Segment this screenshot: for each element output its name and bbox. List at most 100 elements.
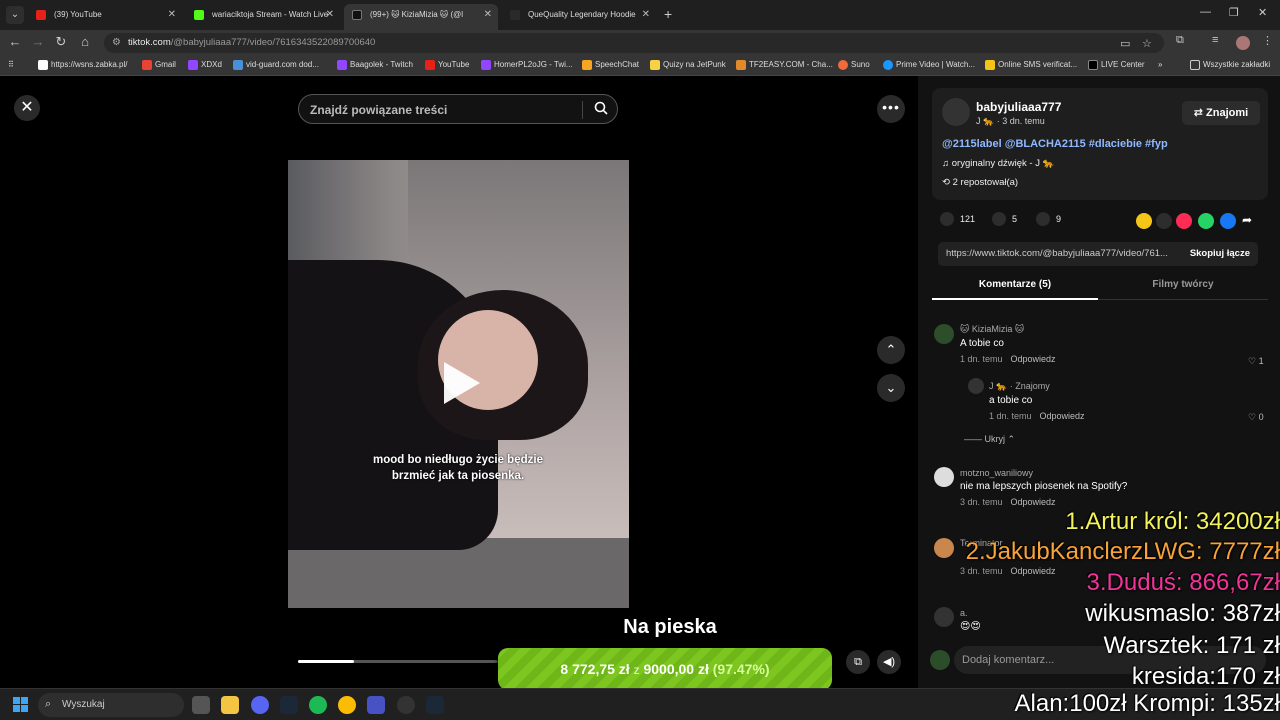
previous-video-button[interactable]: ⌃ [877, 336, 905, 364]
bookmark-jetpunk[interactable]: Quizy na JetPunk [650, 60, 726, 70]
reply-button[interactable]: Odpowiedz [1011, 566, 1056, 576]
search-icon[interactable] [594, 101, 608, 115]
avatar[interactable] [942, 98, 970, 126]
forward-icon[interactable]: → [29, 34, 47, 49]
next-video-button[interactable]: ⌄ [877, 374, 905, 402]
maximize-icon[interactable]: ❐ [1229, 6, 1239, 19]
avatar[interactable] [968, 378, 984, 394]
file-explorer-icon[interactable] [221, 696, 239, 714]
bookmark-youtube[interactable]: YouTube [425, 60, 469, 70]
pip-icon[interactable]: ⧉ [846, 650, 870, 674]
chrome-icon[interactable] [338, 696, 356, 714]
play-icon[interactable] [444, 362, 480, 404]
send-icon[interactable] [1176, 213, 1192, 229]
facebook-icon[interactable] [1220, 213, 1236, 229]
apps-grid-icon[interactable]: ⠿ [8, 60, 14, 69]
avatar[interactable] [930, 650, 950, 670]
reload-icon[interactable]: ↻ [52, 34, 70, 50]
video-tags[interactable]: @2115label @BLACHA2115 #dlaciebie #fyp [942, 138, 1168, 150]
hide-replies-button[interactable]: —— Ukryj ⌃ [964, 434, 1015, 445]
sound-link[interactable]: ♫ oryginalny dźwięk - J 🐆 [942, 158, 1054, 169]
task-view-icon[interactable] [192, 696, 210, 714]
bookmark-speechchat[interactable]: SpeechChat [582, 60, 639, 70]
comment-author[interactable]: a. [960, 608, 981, 618]
search-input[interactable]: Znajdź powiązane treści [310, 103, 447, 117]
comment-author[interactable]: J 🐆 · Znajomy [989, 381, 1085, 392]
reply-button[interactable]: Odpowiedz [1011, 497, 1056, 507]
home-icon[interactable]: ⌂ [76, 34, 94, 49]
tab-close-icon[interactable]: ✕ [168, 4, 176, 26]
close-window-icon[interactable]: ✕ [1258, 6, 1267, 19]
tab-list-button[interactable]: ⌄ [6, 6, 24, 24]
profile-avatar[interactable] [1236, 36, 1250, 50]
taskbar-search[interactable]: ⌕ Wyszukaj [38, 693, 184, 717]
whatsapp-icon[interactable] [1198, 213, 1214, 229]
comment-author[interactable]: motzno_waniliowy [960, 468, 1127, 478]
close-video-button[interactable]: ✕ [14, 95, 40, 121]
bookmark-gmail[interactable]: Gmail [142, 60, 176, 70]
back-icon[interactable]: ← [6, 34, 24, 49]
spotify-icon[interactable] [309, 696, 327, 714]
coin-icon[interactable] [1136, 213, 1152, 229]
bookmark-homer[interactable]: HomerPL2oJG - Twi... [481, 60, 573, 70]
avatar[interactable] [934, 324, 954, 344]
tab-creator-videos[interactable]: Filmy twórcy [1098, 279, 1268, 290]
more-options-button[interactable]: ••• [877, 95, 905, 123]
share-arrow-icon[interactable]: ➦ [1242, 213, 1258, 229]
windows-start-icon[interactable] [13, 697, 29, 713]
reposts-info[interactable]: ⟲ 2 repostował(a) [942, 177, 1018, 188]
all-bookmarks[interactable]: Wszystkie zakładki [1190, 60, 1270, 70]
bookmark-suno[interactable]: Suno [838, 60, 870, 70]
reply-button[interactable]: Odpowiedz [1040, 411, 1085, 421]
bookmark-tf2easy[interactable]: TF2EASY.COM - Cha... [736, 60, 833, 70]
tab-close-icon[interactable]: ✕ [326, 4, 334, 26]
tab-comments[interactable]: Komentarze (5) [932, 279, 1098, 300]
author-name[interactable]: babyjuliaaa777 [976, 100, 1061, 114]
bookmark-baagolek[interactable]: Baagolek - Twitch [337, 60, 413, 70]
avatar[interactable] [934, 607, 954, 627]
tab-kick[interactable]: wariaciktoja Stream - Watch Live ✕ [186, 4, 340, 26]
tab-youtube[interactable]: (39) YouTube ✕ [28, 4, 182, 26]
bookmark-xdxd[interactable]: XDXd [188, 60, 222, 70]
bookmark-vidguard[interactable]: vid-guard.com dod... [233, 60, 319, 70]
steam-icon[interactable] [280, 696, 298, 714]
video-link-url[interactable]: https://www.tiktok.com/@babyjuliaaa777/v… [946, 248, 1168, 259]
tab-close-icon[interactable]: ✕ [642, 4, 650, 26]
bookmark-star-icon[interactable]: ☆ [1142, 37, 1152, 50]
more-bookmarks-icon[interactable]: » [1158, 60, 1162, 69]
url-field[interactable]: ⚙ tiktok.com/@babyjuliaaa777/video/76163… [104, 33, 1164, 53]
discord-icon[interactable] [251, 696, 269, 714]
comment-like[interactable]: ♡ 0 [1248, 412, 1264, 423]
bookmark-zabka[interactable]: https://wsns.zabka.pl/ [38, 60, 127, 70]
related-search[interactable]: Znajdź powiązane treści [298, 94, 618, 124]
bookmark-primevideo[interactable]: Prime Video | Watch... [883, 60, 975, 70]
taskbar-search-input[interactable]: Wyszukaj [62, 699, 105, 710]
new-tab-button[interactable]: + [664, 6, 672, 22]
site-info-icon[interactable]: ⚙ [112, 37, 121, 48]
app-icon[interactable] [367, 696, 385, 714]
tab-tiktok[interactable]: (99+) 🐱 KiziaMizia 🐱 (@l ✕ [344, 4, 498, 30]
bookmark-livecenter[interactable]: LIVE Center [1088, 60, 1145, 70]
minimize-icon[interactable]: — [1200, 6, 1211, 18]
volume-icon[interactable]: ◀) [877, 650, 901, 674]
bookmark-sms[interactable]: Online SMS verificat... [985, 60, 1077, 70]
menu-kebab-icon[interactable]: ⋮ [1262, 34, 1273, 47]
comment-input[interactable]: Dodaj komentarz... [962, 654, 1054, 666]
tab-hoodie[interactable]: QueQuality Legendary Hoodie ✕ [502, 4, 656, 26]
steam-icon[interactable] [426, 696, 444, 714]
video-progress-bar[interactable] [298, 660, 498, 663]
comment-author[interactable]: 🐱 KiziaMizia 🐱 [960, 324, 1056, 335]
reply-button[interactable]: Odpowiedz [1011, 354, 1056, 364]
comment-like[interactable]: ♡ 1 [1248, 356, 1264, 367]
avatar[interactable] [934, 538, 954, 558]
avatar[interactable] [934, 467, 954, 487]
embed-icon[interactable] [1156, 213, 1172, 229]
tab-close-icon[interactable]: ✕ [484, 4, 492, 26]
extensions-icon[interactable]: ⧉ [1176, 34, 1184, 47]
video-player[interactable]: mood bo niedługo życie będzie brzmieć ja… [288, 160, 629, 608]
friends-button[interactable]: ⇄ Znajomi [1182, 101, 1260, 125]
reading-list-icon[interactable]: ≡ [1212, 34, 1218, 46]
cast-icon[interactable]: ▭ [1120, 37, 1130, 50]
copy-link-button[interactable]: Skopiuj łącze [1190, 248, 1250, 259]
obs-icon[interactable] [397, 696, 415, 714]
